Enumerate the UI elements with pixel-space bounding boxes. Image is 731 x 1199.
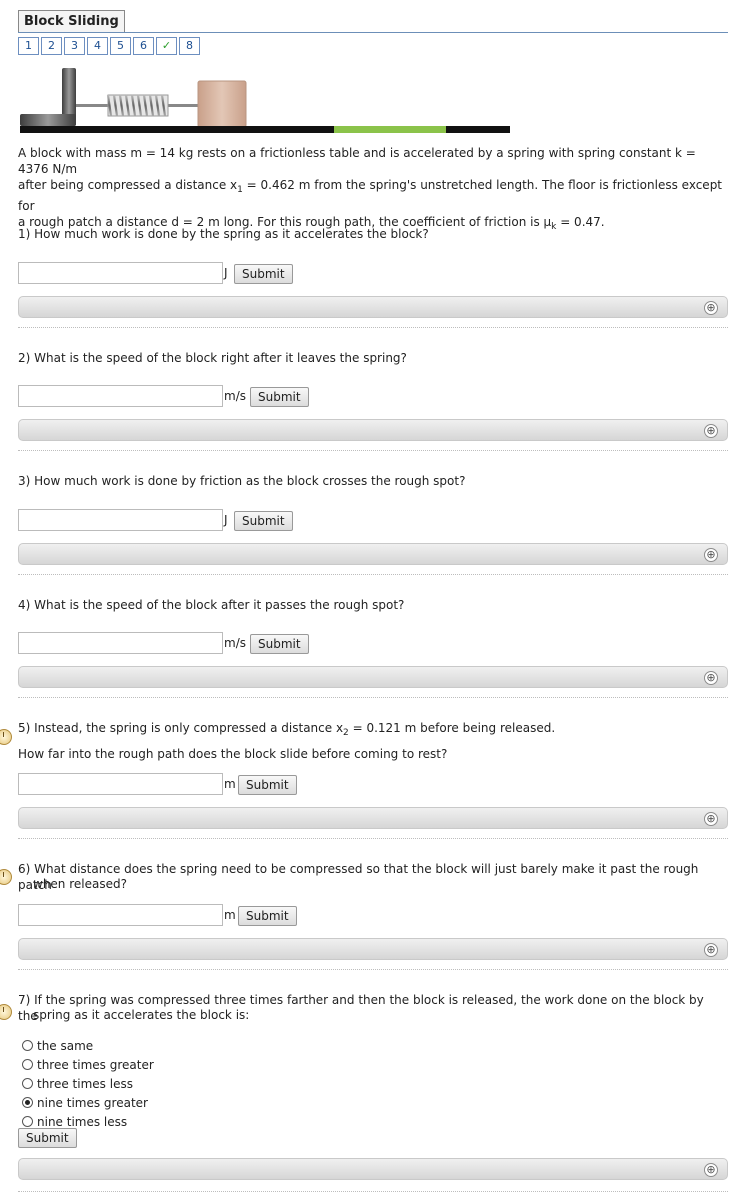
hint-bar-2[interactable]: ⊕ — [18, 419, 728, 441]
submit-button-2[interactable]: Submit — [250, 387, 309, 407]
answer-input-5[interactable] — [18, 773, 223, 795]
submit-button-7[interactable]: Submit — [18, 1128, 77, 1148]
unit-label-4: m/s — [224, 636, 246, 650]
part-tab-6[interactable]: 6 — [133, 37, 154, 55]
option-row[interactable]: three times less — [22, 1074, 154, 1093]
hint-bar-1[interactable]: ⊕ — [18, 296, 728, 318]
answer-input-6[interactable] — [18, 904, 223, 926]
clock-icon — [0, 1004, 12, 1020]
question-5-text: 5) Instead, the spring is only compresse… — [18, 721, 556, 738]
expand-plus-icon[interactable]: ⊕ — [704, 424, 718, 438]
expand-plus-icon[interactable]: ⊕ — [704, 301, 718, 315]
block-spring-figure — [20, 68, 510, 133]
answer-input-4[interactable] — [18, 632, 223, 654]
part-tab-4[interactable]: 4 — [87, 37, 108, 55]
answer-input-3[interactable] — [18, 509, 223, 531]
floor-right — [446, 126, 510, 133]
option-label: nine times less — [37, 1114, 128, 1129]
radio-button-selected[interactable] — [22, 1097, 33, 1108]
assignment-title: Block Sliding — [18, 10, 125, 32]
submit-button-6[interactable]: Submit — [238, 906, 297, 926]
title-divider — [18, 32, 728, 33]
submit-button-1[interactable]: Submit — [234, 264, 293, 284]
expand-plus-icon[interactable]: ⊕ — [704, 943, 718, 957]
part-navigation: 1 2 3 4 5 6 ✓ 8 — [18, 37, 202, 55]
separator — [18, 697, 728, 698]
option-row[interactable]: nine times greater — [22, 1093, 154, 1112]
option-row[interactable]: three times greater — [22, 1055, 154, 1074]
question-2-text: 2) What is the speed of the block right … — [18, 351, 407, 365]
part-tab-3[interactable]: 3 — [64, 37, 85, 55]
unit-label-5: m — [224, 777, 236, 791]
hint-bar-6[interactable]: ⊕ — [18, 938, 728, 960]
option-label: three times less — [37, 1076, 133, 1091]
option-row[interactable]: the same — [22, 1036, 154, 1055]
option-label: nine times greater — [37, 1095, 148, 1110]
answer-input-1[interactable] — [18, 262, 223, 284]
hint-bar-4[interactable]: ⊕ — [18, 666, 728, 688]
hint-bar-7[interactable]: ⊕ — [18, 1158, 728, 1180]
expand-plus-icon[interactable]: ⊕ — [704, 548, 718, 562]
radio-button[interactable] — [22, 1059, 33, 1070]
option-label: three times greater — [37, 1057, 154, 1072]
expand-plus-icon[interactable]: ⊕ — [704, 1163, 718, 1177]
part-tab-5[interactable]: 5 — [110, 37, 131, 55]
separator — [18, 327, 728, 328]
spring-coil-icon — [106, 94, 169, 117]
unit-label-6: m — [224, 908, 236, 922]
problem-line-2: after being compressed a distance x1 = 0… — [18, 178, 723, 213]
clock-icon — [0, 869, 12, 885]
problem-statement: A block with mass m = 14 kg rests on a f… — [18, 145, 728, 235]
block — [197, 80, 247, 128]
radio-button[interactable] — [22, 1116, 33, 1127]
rough-patch — [334, 126, 446, 133]
problem-line-1: A block with mass m = 14 kg rests on a f… — [18, 146, 696, 176]
radio-button[interactable] — [22, 1040, 33, 1051]
separator — [18, 574, 728, 575]
unit-label-2: m/s — [224, 389, 246, 403]
answer-input-2[interactable] — [18, 385, 223, 407]
question-4-text: 4) What is the speed of the block after … — [18, 598, 405, 612]
part-tab-8[interactable]: 8 — [179, 37, 200, 55]
separator — [18, 838, 728, 839]
submit-button-3[interactable]: Submit — [234, 511, 293, 531]
spring-rod-right — [168, 104, 198, 107]
expand-plus-icon[interactable]: ⊕ — [704, 812, 718, 826]
answer-options: the same three times greater three times… — [22, 1036, 154, 1131]
submit-button-4[interactable]: Submit — [250, 634, 309, 654]
hint-bar-3[interactable]: ⊕ — [18, 543, 728, 565]
part-tab-7-check-icon[interactable]: ✓ — [156, 37, 177, 55]
separator — [18, 450, 728, 451]
part-tab-1[interactable]: 1 — [18, 37, 39, 55]
question-7-text-line-2: spring as it accelerates the block is: — [33, 1008, 250, 1022]
part-tab-2[interactable]: 2 — [41, 37, 62, 55]
unit-label-3: J — [224, 513, 228, 527]
radio-button[interactable] — [22, 1078, 33, 1089]
question-3-text: 3) How much work is done by friction as … — [18, 474, 466, 488]
submit-button-5[interactable]: Submit — [238, 775, 297, 795]
clock-icon — [0, 729, 12, 745]
question-1-text: 1) How much work is done by the spring a… — [18, 227, 429, 241]
expand-plus-icon[interactable]: ⊕ — [704, 671, 718, 685]
hint-bar-5[interactable]: ⊕ — [18, 807, 728, 829]
wall-base — [20, 114, 76, 126]
option-label: the same — [37, 1038, 94, 1053]
spring-rod-left — [76, 104, 108, 107]
separator — [18, 1191, 728, 1192]
question-5-subtext: How far into the rough path does the blo… — [18, 747, 448, 761]
question-6-text-line-2: when released? — [33, 877, 127, 891]
separator — [18, 969, 728, 970]
floor-left — [20, 126, 334, 133]
unit-label-1: J — [224, 266, 228, 280]
